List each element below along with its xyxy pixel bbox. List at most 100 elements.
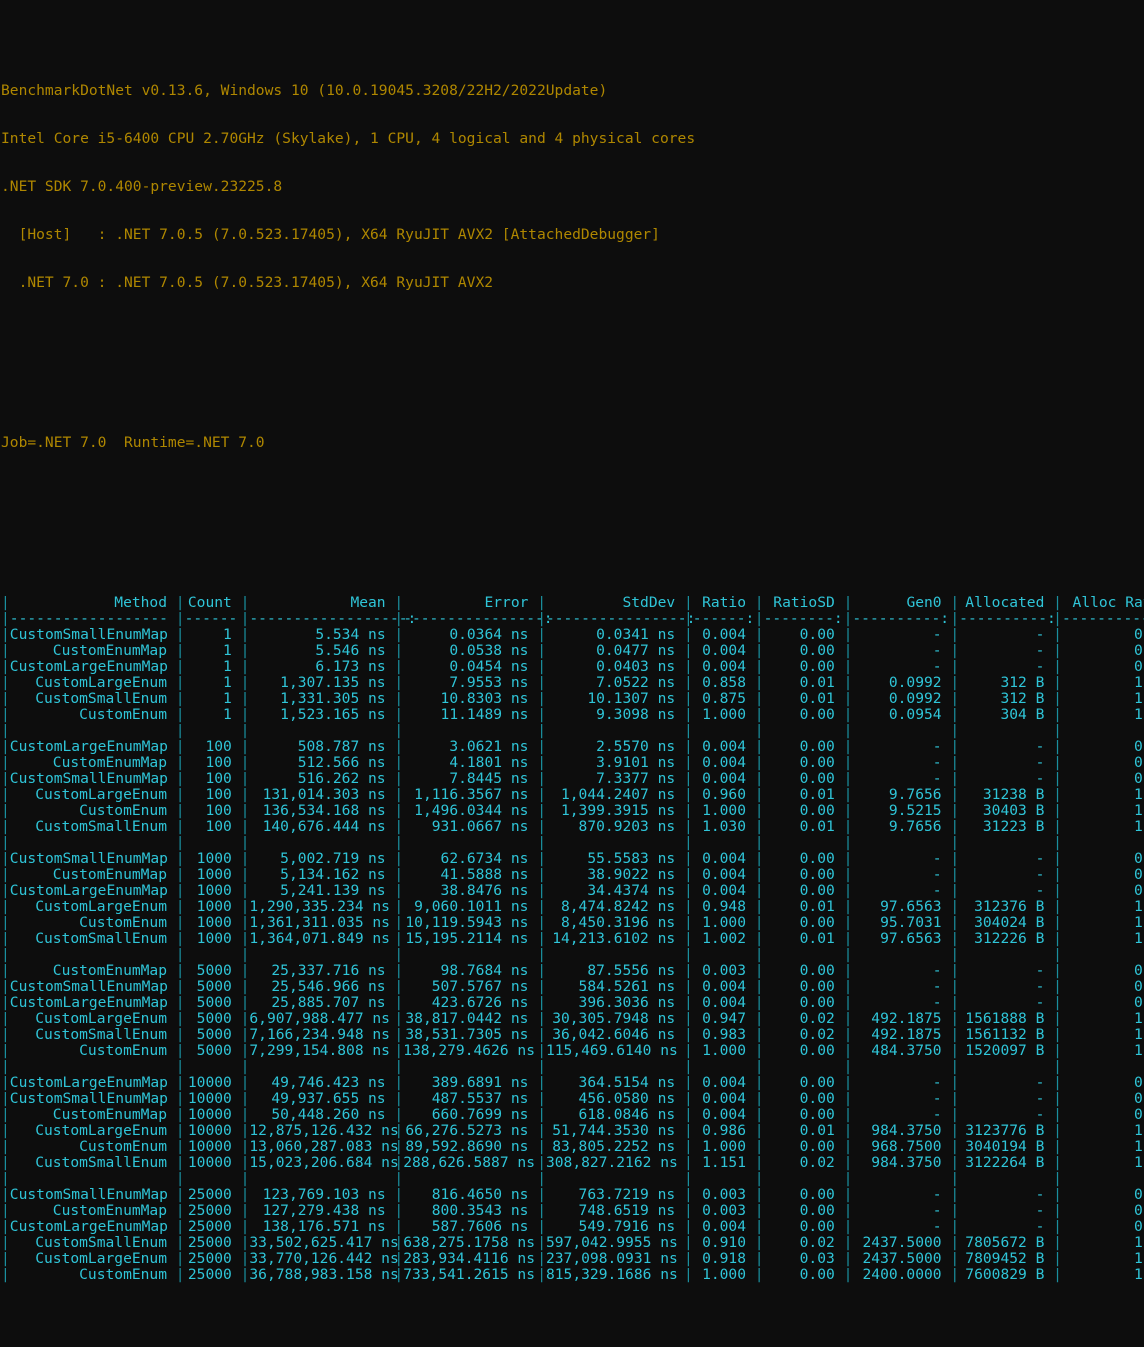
table-row: | CustomEnum | 5000 |7,299,154.808 ns |138… <box>1 1043 1144 1059</box>
cell-method: CustomSmallEnumMap <box>9 850 177 867</box>
column-separator: | <box>537 1250 546 1267</box>
column-separator: | <box>537 1138 546 1155</box>
column-separator: | <box>394 1138 404 1155</box>
column-separator: | <box>843 1058 853 1075</box>
cell-gen0: - <box>932 1074 951 1091</box>
cell-stddev: 1,044.2407 ns <box>560 786 684 803</box>
column-separator: | <box>240 1234 250 1251</box>
cell-allocated: - <box>1035 978 1054 995</box>
job-runtime-line: Job=.NET 7.0 Runtime=.NET 7.0 <box>1 434 265 451</box>
column-separator: | <box>175 978 185 995</box>
column-separator: | <box>754 706 764 723</box>
cell-allocated: - <box>1035 850 1054 867</box>
column-separator: | <box>175 722 185 739</box>
column-separator: | <box>240 1010 250 1027</box>
cell-stddev: 237,098.0931 ns <box>545 1250 687 1267</box>
column-separator: | <box>240 1074 250 1091</box>
table-row: |CustomLargeEnumMap | 1000 | 5,241.139 ns … <box>1 883 1144 899</box>
column-separator: | <box>1 786 10 803</box>
column-separator: | <box>1 818 10 835</box>
column-separator: | <box>1 1218 10 1235</box>
column-separator: | <box>240 1090 250 1107</box>
group-spacer-ratio <box>693 835 755 851</box>
cell-error: 7.9553 ns <box>449 674 538 691</box>
cell-alloc-ratio: 1.03 <box>1134 1026 1144 1043</box>
spacer-after-environment <box>1 371 1144 387</box>
column-rule-stddev: ----------------: <box>545 610 696 627</box>
column-separator: | <box>683 1074 693 1091</box>
cell-allocated: 1561888 B <box>965 1010 1054 1027</box>
column-separator: | <box>754 1234 764 1251</box>
column-separator: | <box>175 898 185 915</box>
column-separator: | <box>1 658 10 675</box>
column-separator: | <box>175 1250 185 1267</box>
cell-stddev: 38.9022 ns <box>587 866 684 883</box>
cell-error: 11.1489 ns <box>440 706 538 723</box>
column-separator: | <box>754 658 764 675</box>
column-separator: | <box>754 722 764 739</box>
cell-alloc-ratio: 1.03 <box>1134 1250 1144 1267</box>
column-separator: | <box>175 690 185 707</box>
cell-stddev: 597,042.9955 ns <box>545 1234 687 1251</box>
cell-count: 5000 <box>196 994 241 1011</box>
group-spacer-method <box>10 1171 176 1187</box>
column-separator: | <box>1 962 10 979</box>
cell-gen0: - <box>932 882 951 899</box>
cell-ratio: 0.858 <box>702 674 755 691</box>
column-separator: | <box>240 818 250 835</box>
column-separator: | <box>537 754 546 771</box>
group-spacer-gen0 <box>852 947 950 963</box>
cell-stddev: 7.3377 ns <box>596 770 684 787</box>
column-separator: | <box>537 1058 546 1075</box>
column-separator: | <box>1053 1090 1062 1107</box>
column-separator: | <box>950 898 960 915</box>
column-separator: | <box>1053 642 1062 659</box>
cell-method: CustomSmallEnumMap <box>9 978 177 995</box>
table-row: | CustomLargeEnum | 100 | 131,014.303 ns | 1… <box>1 787 1144 803</box>
column-separator: | <box>950 946 960 963</box>
column-separator: | <box>537 1026 546 1043</box>
cell-gen0: - <box>932 1186 951 1203</box>
column-separator: | <box>537 962 546 979</box>
cell-stddev: 87.5556 ns <box>587 962 684 979</box>
group-spacer-ratiosd <box>764 835 844 851</box>
column-separator: | <box>1053 1026 1062 1043</box>
column-separator: | <box>683 658 693 675</box>
column-separator: | <box>683 1058 693 1075</box>
column-separator: | <box>1053 1170 1062 1187</box>
column-separator: | <box>1 642 10 659</box>
column-separator: | <box>1053 1138 1062 1155</box>
cell-stddev: 30,305.7948 ns <box>552 1010 684 1027</box>
column-separator: | <box>683 1138 693 1155</box>
column-separator: | <box>240 802 250 819</box>
cell-gen0: 492.1875 <box>871 1026 951 1043</box>
cell-error: 62.6734 ns <box>440 850 538 867</box>
column-separator: | <box>537 1186 546 1203</box>
cell-mean: 33,770,126.442 ns <box>249 1250 408 1267</box>
column-separator: | <box>1053 850 1062 867</box>
group-spacer-error <box>403 723 537 739</box>
cell-error: 138,279.4626 ns <box>403 1042 544 1059</box>
column-separator: | <box>1 866 10 883</box>
cell-count: 5000 <box>196 962 241 979</box>
cell-mean: 1,361,311.035 ns <box>249 914 399 931</box>
cell-ratio: 0.004 <box>702 1090 755 1107</box>
cell-allocated: 304 B <box>1000 706 1054 723</box>
cell-ratio: 0.004 <box>702 642 755 659</box>
cell-mean: 15,023,206.684 ns <box>249 1154 408 1171</box>
column-separator: | <box>843 626 853 643</box>
cell-ratiosd: 0.01 <box>799 898 844 915</box>
cell-method: CustomEnum <box>79 1138 176 1155</box>
column-header-count: Count <box>187 594 241 611</box>
cell-ratio: 0.986 <box>702 1122 755 1139</box>
cell-alloc-ratio: 0.00 <box>1134 1186 1144 1203</box>
column-separator: | <box>394 1074 404 1091</box>
cell-mean: 512.566 ns <box>297 754 395 771</box>
cell-method: CustomEnumMap <box>52 754 176 771</box>
environment-line-4: .NET 7.0 : .NET 7.0.5 (7.0.523.17405), X… <box>1 274 494 291</box>
column-separator: | <box>537 658 546 675</box>
column-separator: | <box>1 690 10 707</box>
column-separator: | <box>1 1010 10 1027</box>
cell-stddev: 7.0522 ns <box>596 674 684 691</box>
cell-allocated: - <box>1035 1090 1054 1107</box>
